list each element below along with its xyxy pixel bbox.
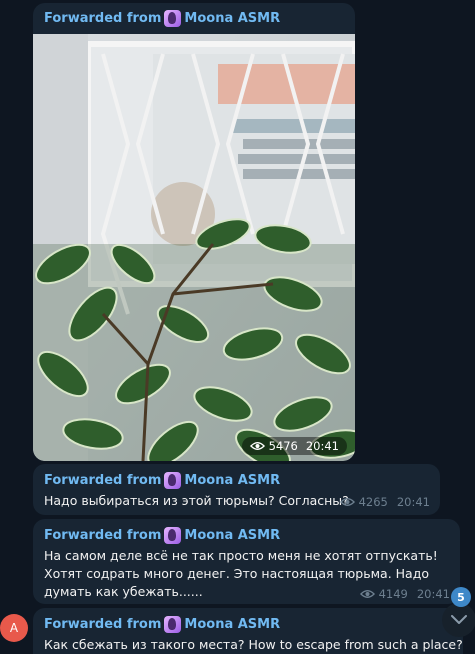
view-count: 5476 <box>268 439 298 453</box>
eye-icon <box>359 590 375 598</box>
eye-icon <box>249 442 265 450</box>
message-photo[interactable]: 5476 20:41 <box>33 34 355 461</box>
plant-photo-image <box>33 34 355 461</box>
channel-avatar-icon <box>164 10 182 27</box>
chat-history: Forwarded from Moona ASMR 5476 20:41 For… <box>0 0 475 654</box>
message-meta: 4265 20:41 <box>339 495 430 509</box>
photo-message[interactable]: Forwarded from Moona ASMR 5476 20:41 <box>33 3 355 461</box>
view-count: 4265 <box>358 495 388 509</box>
forwarded-label: Forwarded from <box>44 617 162 632</box>
forwarded-header[interactable]: Forwarded from Moona ASMR <box>44 616 452 633</box>
text-message[interactable]: Forwarded from Moona ASMR Как сбежать из… <box>33 608 463 654</box>
message-time: 20:41 <box>305 439 339 453</box>
eye-icon <box>339 498 355 506</box>
forwarded-source[interactable]: Moona ASMR <box>184 11 280 26</box>
text-message[interactable]: Forwarded from Moona ASMR Надо выбиратьс… <box>33 464 440 515</box>
forwarded-header[interactable]: Forwarded from Moona ASMR <box>44 472 429 489</box>
forwarded-header[interactable]: Forwarded from Moona ASMR <box>44 10 280 27</box>
forwarded-header[interactable]: Forwarded from Moona ASMR <box>44 527 449 544</box>
chevron-down-icon <box>451 615 467 624</box>
forwarded-source[interactable]: Moona ASMR <box>184 528 280 543</box>
forwarded-label: Forwarded from <box>44 528 162 543</box>
scroll-to-bottom-button[interactable] <box>442 603 475 637</box>
view-count: 4149 <box>378 587 408 601</box>
channel-avatar-icon <box>164 472 182 489</box>
message-time: 20:41 <box>416 587 450 601</box>
forwarded-source[interactable]: Moona ASMR <box>184 617 280 632</box>
message-time: 20:41 <box>396 495 430 509</box>
avatar[interactable]: A <box>0 614 28 642</box>
unread-count-badge: 5 <box>451 587 471 607</box>
text-message[interactable]: Forwarded from Moona ASMR На самом деле … <box>33 519 460 604</box>
forwarded-label: Forwarded from <box>44 11 162 26</box>
message-text: Как сбежать из такого места? How to esca… <box>44 637 463 652</box>
photo-meta: 5476 20:41 <box>241 437 347 455</box>
forwarded-label: Forwarded from <box>44 473 162 488</box>
forwarded-source[interactable]: Moona ASMR <box>184 473 280 488</box>
message-meta: 4149 20:41 <box>359 587 450 601</box>
channel-avatar-icon <box>164 616 182 633</box>
channel-avatar-icon <box>164 527 182 544</box>
